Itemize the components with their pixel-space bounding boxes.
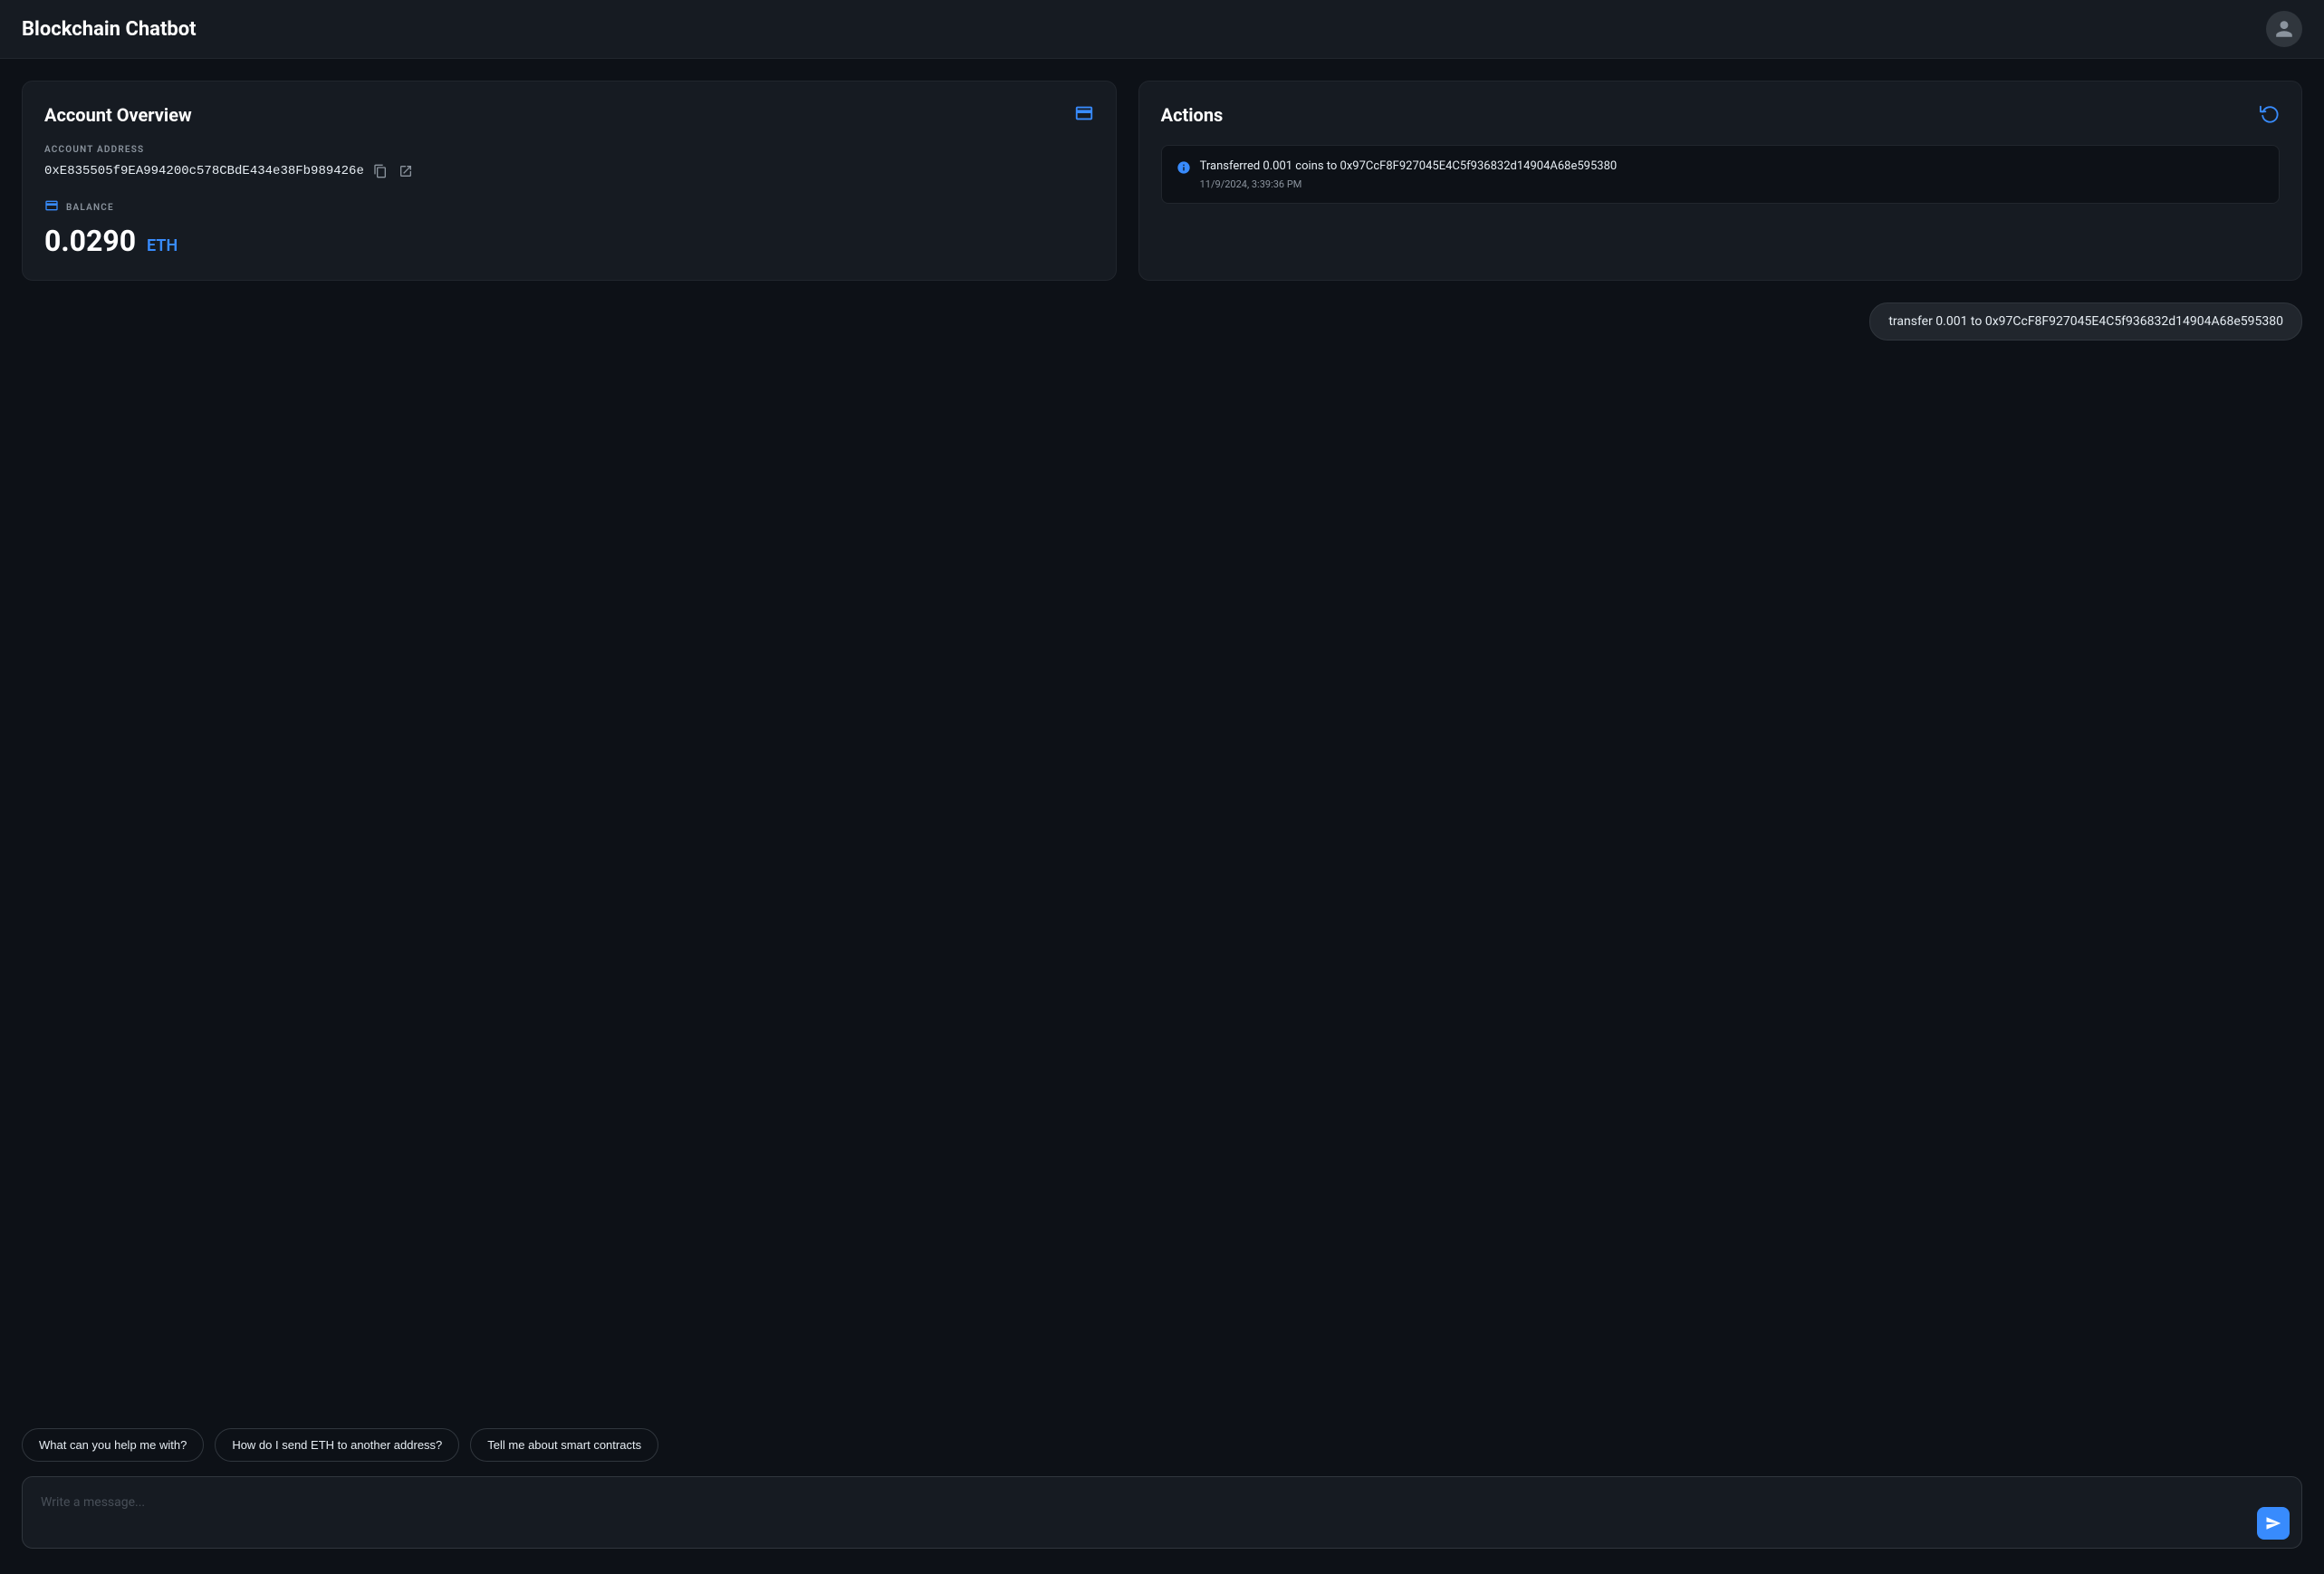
suggestion-btn-0[interactable]: What can you help me with? (22, 1428, 204, 1462)
account-card-header: Account Overview (44, 103, 1094, 127)
suggestion-btn-2[interactable]: Tell me about smart contracts (470, 1428, 658, 1462)
balance-label: BALANCE (66, 203, 114, 213)
address-value: 0xE835505f9EA994200c578CBdE434e38Fb98942… (44, 164, 364, 178)
credit-card-icon (1074, 103, 1094, 127)
send-button[interactable] (2257, 1507, 2290, 1540)
info-icon (1176, 160, 1191, 178)
send-icon (2265, 1515, 2281, 1531)
balance-icon (44, 198, 59, 216)
copy-icon (373, 164, 388, 178)
address-label: ACCOUNT ADDRESS (44, 145, 1094, 155)
transaction-item: Transferred 0.001 coins to 0x97CcF8F9270… (1161, 145, 2280, 204)
external-link-button[interactable] (397, 162, 415, 180)
user-message: transfer 0.001 to 0x97CcF8F927045E4C5f93… (1869, 302, 2302, 341)
cards-row: Account Overview ACCOUNT ADDRESS 0xE8355… (22, 81, 2302, 281)
balance-label-row: BALANCE (44, 198, 1094, 216)
transaction-description: Transferred 0.001 coins to 0x97CcF8F9270… (1200, 158, 2264, 175)
chat-area: transfer 0.001 to 0x97CcF8F927045E4C5f93… (22, 302, 2302, 1552)
balance-amount: 0.0290 (44, 224, 136, 258)
suggestion-btn-1[interactable]: How do I send ETH to another address? (215, 1428, 459, 1462)
copy-address-button[interactable] (371, 162, 389, 180)
address-section: ACCOUNT ADDRESS 0xE835505f9EA994200c578C… (44, 145, 1094, 180)
main-content: Account Overview ACCOUNT ADDRESS 0xE8355… (0, 59, 2324, 1574)
balance-section: BALANCE 0.0290 ETH (44, 198, 1094, 258)
message-input[interactable] (22, 1476, 2302, 1549)
actions-card-title: Actions (1161, 104, 1224, 126)
transaction-timestamp: 11/9/2024, 3:39:36 PM (1200, 178, 2264, 190)
balance-display: 0.0290 ETH (44, 224, 1094, 258)
input-area (22, 1476, 2302, 1552)
transaction-details: Transferred 0.001 coins to 0x97CcF8F9270… (1200, 158, 2264, 190)
balance-currency: ETH (147, 236, 178, 255)
history-icon (2260, 103, 2280, 127)
account-overview-card: Account Overview ACCOUNT ADDRESS 0xE8355… (22, 81, 1117, 281)
external-link-icon (399, 164, 413, 178)
app-title: Blockchain Chatbot (22, 18, 197, 41)
messages-area: transfer 0.001 to 0x97CcF8F927045E4C5f93… (22, 302, 2302, 1414)
user-message-text: transfer 0.001 to 0x97CcF8F927045E4C5f93… (1888, 314, 2283, 329)
account-card-title: Account Overview (44, 104, 192, 126)
header: Blockchain Chatbot (0, 0, 2324, 59)
user-avatar[interactable] (2266, 11, 2302, 47)
user-icon (2274, 19, 2294, 39)
actions-card-header: Actions (1161, 103, 2280, 127)
account-address-row: 0xE835505f9EA994200c578CBdE434e38Fb98942… (44, 162, 1094, 180)
actions-card: Actions Transferred 0.001 coins to 0x97C… (1138, 81, 2302, 281)
suggestions-bar: What can you help me with? How do I send… (22, 1428, 2302, 1462)
